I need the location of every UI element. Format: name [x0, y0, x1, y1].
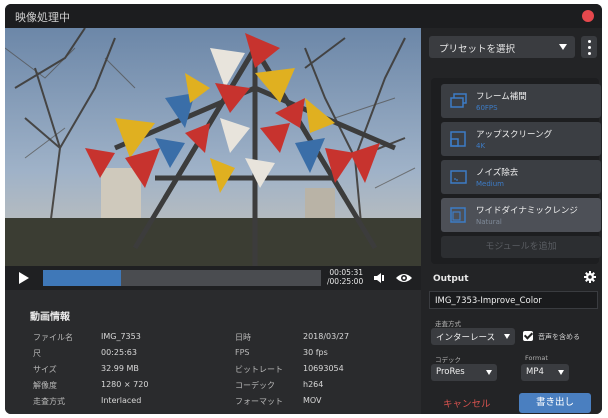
volume-icon[interactable] [373, 272, 385, 284]
hdr-icon [450, 207, 466, 223]
include-audio-label: 音声を含める [538, 333, 580, 341]
module-setting: 4K [476, 142, 486, 150]
info-value: MOV [303, 396, 322, 405]
info-label: 走査方式 [33, 397, 65, 406]
module-name: アップスクリーング [476, 130, 553, 140]
info-label: コーデック [235, 381, 275, 390]
title-bar: 映像処理中 [5, 4, 602, 28]
module-item[interactable]: アップスクリーング 4K [441, 122, 601, 156]
info-label: ビットレート [235, 365, 283, 374]
module-item[interactable]: フレーム補間 60FPS [441, 84, 601, 118]
info-label: 尺 [33, 349, 41, 358]
codec-value: ProRes [436, 367, 465, 377]
chevron-down-icon [559, 44, 567, 50]
module-setting: 60FPS [476, 104, 498, 112]
video-frame-image [5, 28, 421, 266]
playback-bar: 00:05:31 /00:25:00 [5, 266, 421, 290]
module-setting: Medium [476, 180, 504, 188]
info-label: 日時 [235, 333, 251, 342]
eye-icon[interactable] [395, 272, 413, 284]
chevron-down-icon [504, 334, 510, 339]
info-value: IMG_7353 [101, 332, 141, 341]
processing-panel: プリセットを選択 フレーム補間 60FPS アップスクリーング 4K ノイズ除去 Medi… [421, 28, 602, 266]
add-module-button[interactable]: モジュールを追加 [441, 236, 601, 258]
info-label: 解像度 [33, 381, 57, 390]
time-total: /00:25:00 [327, 277, 364, 286]
module-name: フレーム補間 [476, 92, 527, 102]
kebab-dot [588, 46, 591, 49]
format-value: MP4 [526, 367, 544, 377]
include-audio-checkbox[interactable] [523, 331, 533, 341]
noise-icon [450, 170, 467, 184]
info-value: Interlaced [101, 396, 142, 405]
cancel-button[interactable]: キャンセル [443, 396, 491, 410]
info-value: 00:25:63 [101, 348, 137, 357]
layers-icon [450, 93, 467, 108]
chevron-down-icon [486, 370, 492, 375]
preset-select[interactable]: プリセットを選択 [429, 36, 575, 58]
expand-icon [450, 131, 466, 147]
module-item[interactable]: ワイドダイナミックレンジ Natural [441, 198, 601, 232]
gear-icon[interactable] [584, 271, 596, 283]
codec-label: コデック [435, 356, 461, 364]
module-name: ワイドダイナミックレンジ [476, 206, 578, 216]
play-icon[interactable] [19, 272, 29, 284]
format-label: Format [525, 354, 548, 362]
codec-select[interactable]: ProRes [431, 364, 497, 381]
app-window: 映像処理中 00:05:31 /00:25:00 動画情報 ファイル名 IMG_… [5, 4, 602, 414]
format-select[interactable]: MP4 [521, 364, 569, 381]
export-button[interactable]: 書き出し [519, 393, 591, 413]
scan-mode-label: 走査方式 [435, 320, 461, 328]
time-current: 00:05:31 [329, 268, 363, 277]
video-info-panel: 動画情報 ファイル名 IMG_7353 尺 00:25:63 サイズ 32.99 MB 解像… [5, 290, 421, 414]
video-info-title: 動画情報 [30, 312, 70, 323]
timecode: 00:05:31 /00:25:00 [327, 268, 363, 286]
info-label: フォーマット [235, 397, 283, 406]
module-name: ノイズ除去 [476, 168, 519, 178]
kebab-dot [588, 52, 591, 55]
info-label: サイズ [33, 365, 57, 374]
module-setting: Natural [476, 218, 502, 226]
info-value: 30 fps [303, 348, 328, 357]
output-panel: Output IMG_7353-Improve_Color 走査方式 インターレ… [421, 266, 602, 414]
scan-mode-value: インターレース [436, 333, 496, 343]
info-value: h264 [303, 380, 324, 389]
info-label: ファイル名 [33, 333, 73, 342]
video-preview[interactable] [5, 28, 421, 266]
output-filename-field[interactable]: IMG_7353-Improve_Color [429, 291, 598, 309]
info-label: FPS [235, 348, 250, 357]
module-item[interactable]: ノイズ除去 Medium [441, 160, 601, 194]
info-value: 1280 × 720 [101, 380, 149, 389]
chevron-down-icon [558, 370, 564, 375]
close-window-button[interactable] [582, 10, 594, 22]
output-title: Output [433, 274, 469, 284]
kebab-dot [588, 40, 591, 43]
info-value: 10693054 [303, 364, 344, 373]
timeline-track[interactable] [43, 270, 321, 286]
preset-select-label: プリセットを選択 [439, 44, 516, 55]
timeline-progress [43, 270, 121, 286]
scan-mode-select[interactable]: インターレース [431, 328, 515, 345]
info-value: 32.99 MB [101, 364, 139, 373]
more-options-button[interactable] [581, 36, 597, 58]
window-title: 映像処理中 [15, 11, 70, 24]
info-value: 2018/03/27 [303, 332, 350, 341]
